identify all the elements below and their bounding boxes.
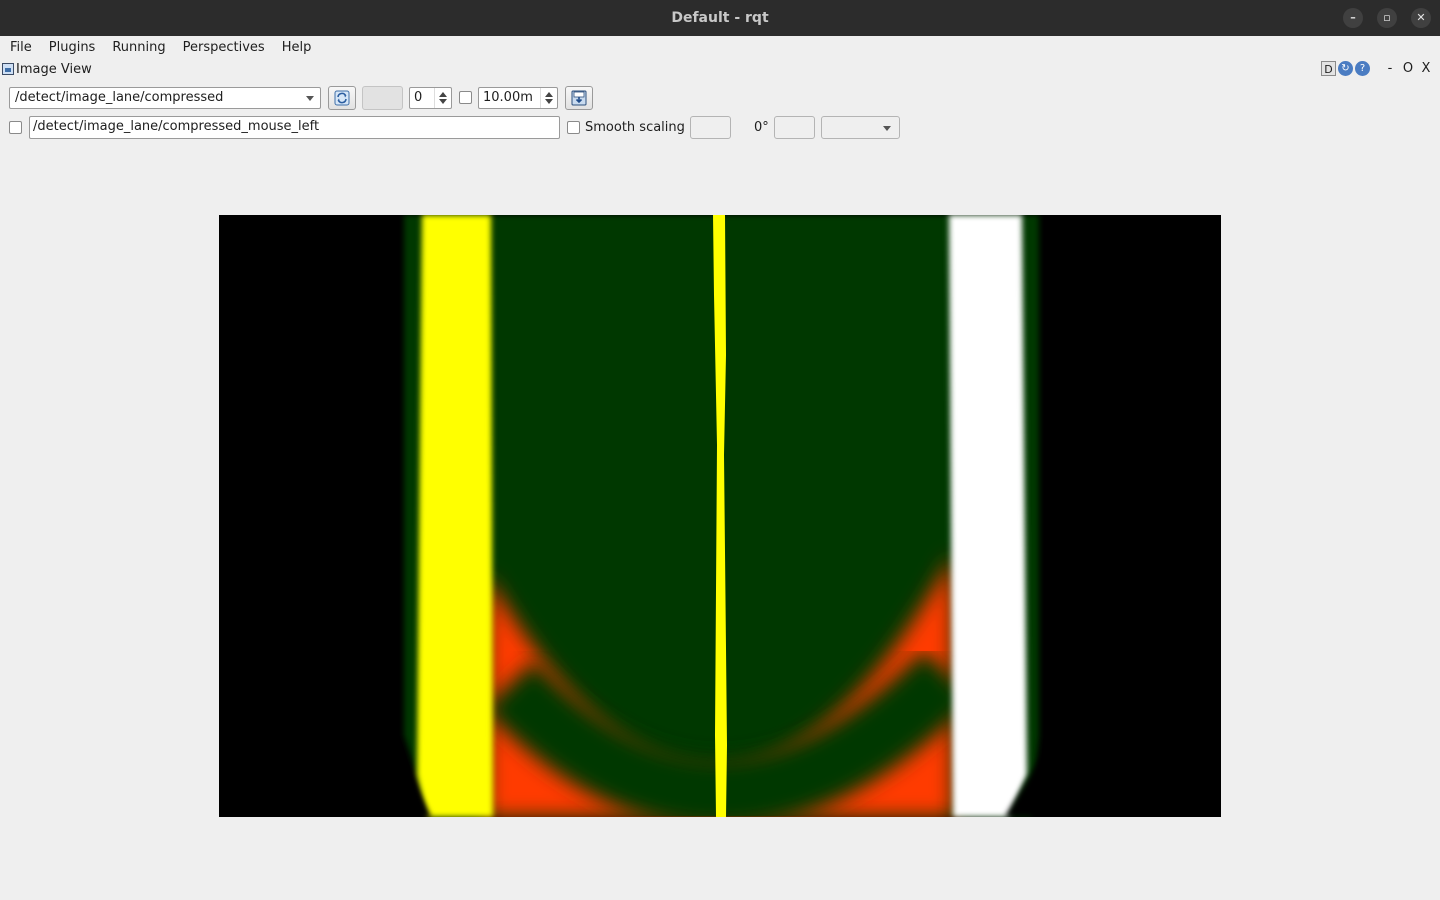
help-badge-button[interactable]: D xyxy=(1321,61,1336,76)
arrow-up-icon[interactable] xyxy=(439,92,447,97)
menu-running[interactable]: Running xyxy=(102,40,172,55)
color-scheme-combobox[interactable] xyxy=(821,116,900,139)
dock-close-button[interactable]: X xyxy=(1418,61,1434,76)
rotate-right-button[interactable] xyxy=(774,116,815,139)
minimize-button[interactable]: – xyxy=(1343,8,1363,28)
dock-float-button[interactable]: O xyxy=(1400,61,1416,76)
right-lane-line xyxy=(949,215,1027,817)
reload-plugin-icon[interactable]: ↻ xyxy=(1338,61,1353,76)
save-icon xyxy=(571,90,587,106)
smooth-scaling-label: Smooth scaling xyxy=(585,120,685,135)
dock-controls: D ↻ ? - O X xyxy=(1321,61,1434,76)
arrow-down-icon[interactable] xyxy=(439,99,447,104)
max-range-value: 10.00m xyxy=(483,90,533,105)
plugin-title: Image View xyxy=(16,62,92,77)
rotate-left-button[interactable] xyxy=(690,116,731,139)
mouse-topic-value: /detect/image_lane/compressed_mouse_left xyxy=(33,119,320,134)
refresh-icon xyxy=(334,90,350,106)
help-icon[interactable]: ? xyxy=(1355,61,1370,76)
close-button[interactable]: ✕ xyxy=(1411,8,1431,28)
maximize-icon: ▫ xyxy=(1383,11,1391,24)
mouse-publish-checkbox[interactable] xyxy=(9,121,22,134)
max-range-spinbox[interactable]: 10.00m xyxy=(478,87,558,109)
smooth-scaling-checkbox[interactable] xyxy=(567,121,580,134)
menu-help[interactable]: Help xyxy=(272,40,319,55)
plugin-title-bar: Image View D ↻ ? - O X xyxy=(0,61,1440,79)
help-badge-icon: D xyxy=(1324,63,1333,76)
image-icon xyxy=(2,63,14,75)
menu-file[interactable]: File xyxy=(0,40,39,55)
depth-spinbox[interactable]: 0 xyxy=(409,87,452,109)
menu-perspectives[interactable]: Perspectives xyxy=(173,40,272,55)
rotation-label: 0° xyxy=(754,120,769,135)
window-title: Default - rqt xyxy=(671,10,769,26)
refresh-topics-button[interactable] xyxy=(328,86,356,110)
left-lane-line xyxy=(417,215,493,817)
window-titlebar: Default - rqt – ▫ ✕ xyxy=(0,0,1440,36)
spin-separator xyxy=(434,88,451,108)
dock-minimize-button[interactable]: - xyxy=(1382,61,1398,76)
zoom-fit-button[interactable] xyxy=(362,86,403,110)
menu-bar: File Plugins Running Perspectives Help xyxy=(0,36,1440,58)
topic-value: /detect/image_lane/compressed xyxy=(15,90,224,105)
menu-plugins[interactable]: Plugins xyxy=(39,40,103,55)
depth-value: 0 xyxy=(414,90,423,105)
arrow-up-icon[interactable] xyxy=(545,92,553,97)
image-view[interactable] xyxy=(219,215,1221,817)
maximize-button[interactable]: ▫ xyxy=(1377,8,1397,28)
max-range-checkbox[interactable] xyxy=(459,91,472,104)
arrow-down-icon[interactable] xyxy=(545,99,553,104)
topic-combobox[interactable]: /detect/image_lane/compressed xyxy=(9,87,321,109)
lane-image xyxy=(219,215,1221,817)
chevron-down-icon xyxy=(883,126,891,131)
mouse-topic-input[interactable]: /detect/image_lane/compressed_mouse_left xyxy=(29,116,560,139)
minimize-icon: – xyxy=(1350,11,1356,24)
chevron-down-icon xyxy=(306,96,314,101)
spin-separator xyxy=(540,88,557,108)
save-image-button[interactable] xyxy=(565,86,593,110)
close-icon: ✕ xyxy=(1416,11,1426,24)
